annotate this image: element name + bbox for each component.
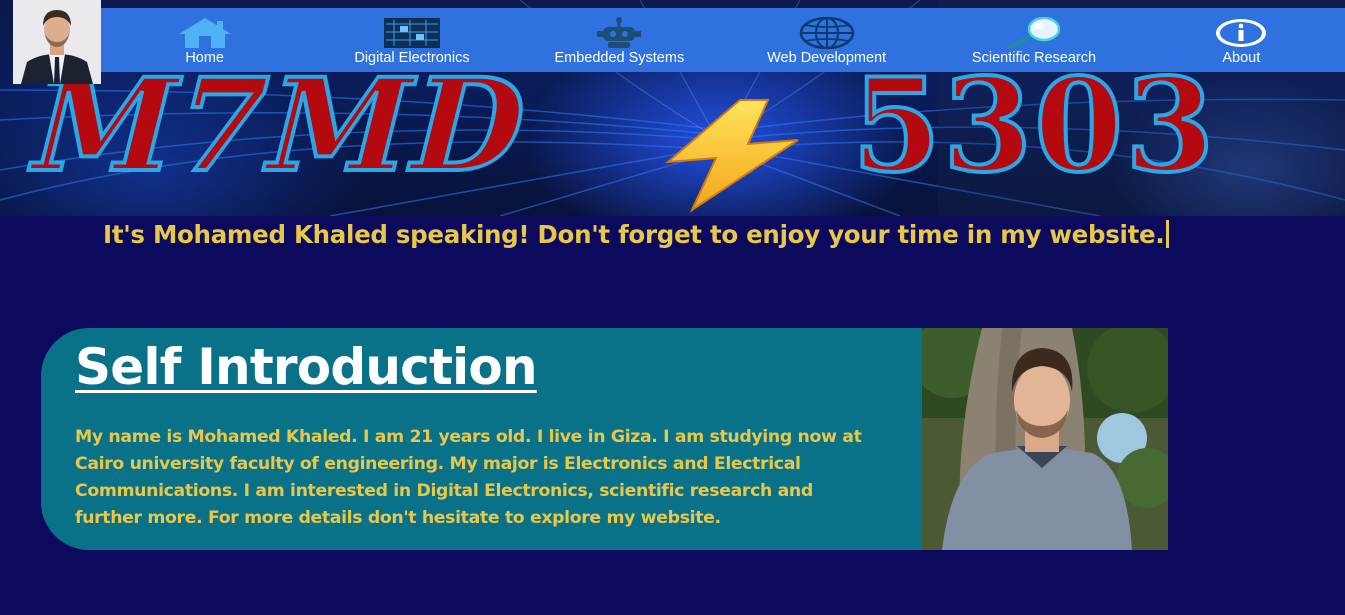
self-introduction-text: My name is Mohamed Khaled. I am 21 years… xyxy=(75,427,862,528)
nav-label-digital-electronics: Digital Electronics xyxy=(354,50,470,66)
banner-title-right: 5303 xyxy=(850,51,1217,201)
home-icon xyxy=(177,16,233,50)
globe-icon xyxy=(799,16,855,50)
profile-photo xyxy=(922,328,1168,550)
nav-label-web-development: Web Development xyxy=(767,50,887,66)
top-nav: Home Digital Electronics Embedded System… xyxy=(101,8,1345,72)
typing-tagline: It's Mohamed Khaled speaking! Don't forg… xyxy=(103,220,1170,249)
profile-photo-image xyxy=(922,328,1168,550)
nav-label-home: Home xyxy=(185,50,224,66)
robot-icon xyxy=(594,16,644,50)
nav-item-home[interactable]: Home xyxy=(101,8,308,72)
page: M7MD 5303 Home Digital Electronics Embed… xyxy=(0,0,1345,615)
avatar-portrait-image xyxy=(13,0,101,84)
nav-label-embedded-systems: Embedded Systems xyxy=(554,50,685,66)
info-icon xyxy=(1213,16,1269,50)
magnifier-icon xyxy=(1006,16,1062,50)
avatar xyxy=(13,0,101,84)
nav-label-scientific-research: Scientific Research xyxy=(971,50,1097,66)
nav-item-embedded-systems[interactable]: Embedded Systems xyxy=(516,8,723,72)
circuit-board-icon xyxy=(383,16,440,50)
lightning-bolt-icon xyxy=(665,99,799,213)
nav-item-scientific-research[interactable]: Scientific Research xyxy=(930,8,1137,72)
self-introduction-title: Self Introduction xyxy=(75,338,538,396)
nav-label-about: About xyxy=(1222,50,1261,66)
tagline-text: It's Mohamed Khaled speaking! Don't forg… xyxy=(103,220,1165,249)
typing-cursor xyxy=(1166,220,1170,248)
nav-item-digital-electronics[interactable]: Digital Electronics xyxy=(308,8,515,72)
self-introduction-card: Self Introduction My name is Mohamed Kha… xyxy=(41,328,922,550)
nav-item-web-development[interactable]: Web Development xyxy=(723,8,930,72)
nav-item-about[interactable]: About xyxy=(1138,8,1345,72)
